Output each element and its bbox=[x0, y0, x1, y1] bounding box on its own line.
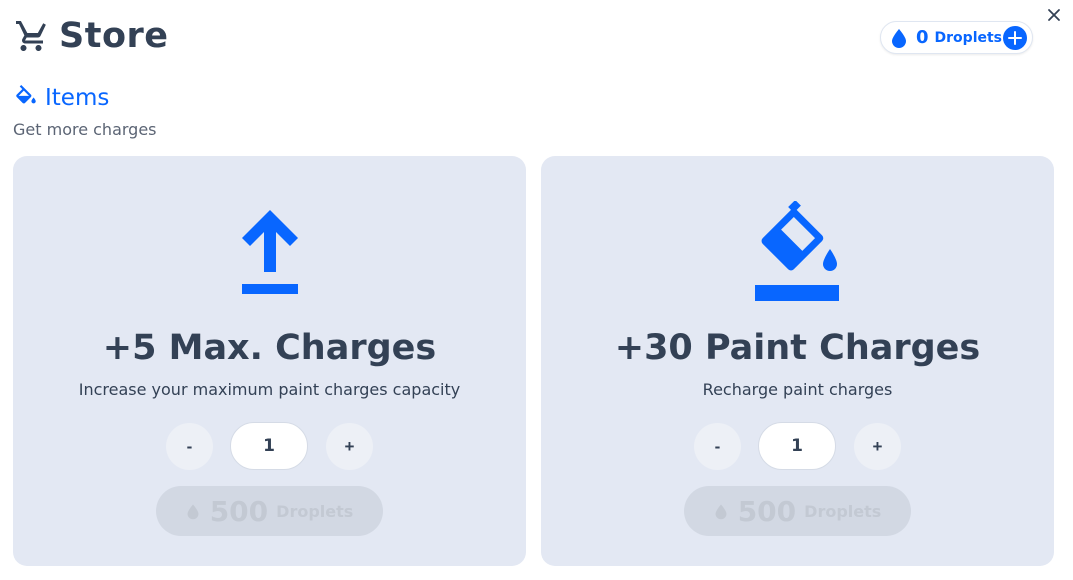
item-description: Recharge paint charges bbox=[702, 380, 893, 399]
quantity-input[interactable] bbox=[758, 422, 836, 470]
close-icon bbox=[1048, 9, 1060, 21]
section-title: Items bbox=[45, 85, 110, 111]
quantity-stepper: - + bbox=[13, 422, 526, 470]
add-droplets-button[interactable] bbox=[1003, 26, 1027, 50]
droplet-icon bbox=[892, 28, 906, 48]
droplet-count: 0 bbox=[916, 27, 929, 48]
item-description: Increase your maximum paint charges capa… bbox=[78, 380, 461, 399]
cart-icon bbox=[16, 21, 46, 51]
close-button[interactable] bbox=[1043, 4, 1065, 26]
price-label: Droplets bbox=[276, 501, 354, 521]
decrement-button[interactable]: - bbox=[694, 423, 741, 470]
item-card-max-charges: +5 Max. Charges Increase your maximum pa… bbox=[13, 156, 526, 566]
item-title: +30 Paint Charges bbox=[614, 328, 981, 368]
quantity-stepper: - + bbox=[541, 422, 1054, 470]
item-title: +5 Max. Charges bbox=[102, 328, 437, 368]
paint-bucket-icon bbox=[16, 85, 36, 104]
droplet-balance: 0 Droplets bbox=[880, 21, 1033, 54]
quantity-input[interactable] bbox=[230, 422, 308, 470]
store-header: Store bbox=[13, 16, 168, 56]
page-title: Store bbox=[59, 16, 169, 56]
price-value: 500 bbox=[209, 494, 269, 528]
increment-button[interactable]: + bbox=[854, 423, 901, 470]
droplet-icon bbox=[715, 504, 727, 519]
buy-button[interactable]: 500 Droplets bbox=[156, 486, 383, 536]
upload-arrow-icon bbox=[241, 210, 298, 294]
item-icon-container bbox=[13, 206, 526, 298]
paint-bucket-icon bbox=[754, 201, 839, 301]
increment-button[interactable]: + bbox=[326, 423, 373, 470]
price-label: Droplets bbox=[804, 501, 882, 521]
items-section-header: Items bbox=[13, 85, 109, 111]
price-value: 500 bbox=[737, 494, 797, 528]
decrement-button[interactable]: - bbox=[166, 423, 213, 470]
buy-button[interactable]: 500 Droplets bbox=[684, 486, 911, 536]
section-subtitle: Get more charges bbox=[13, 120, 157, 139]
item-card-paint-charges: +30 Paint Charges Recharge paint charges… bbox=[541, 156, 1054, 566]
droplet-icon bbox=[187, 504, 199, 519]
item-icon-container bbox=[541, 201, 1054, 303]
droplet-label: Droplets bbox=[934, 29, 1003, 46]
plus-icon bbox=[1008, 31, 1022, 45]
